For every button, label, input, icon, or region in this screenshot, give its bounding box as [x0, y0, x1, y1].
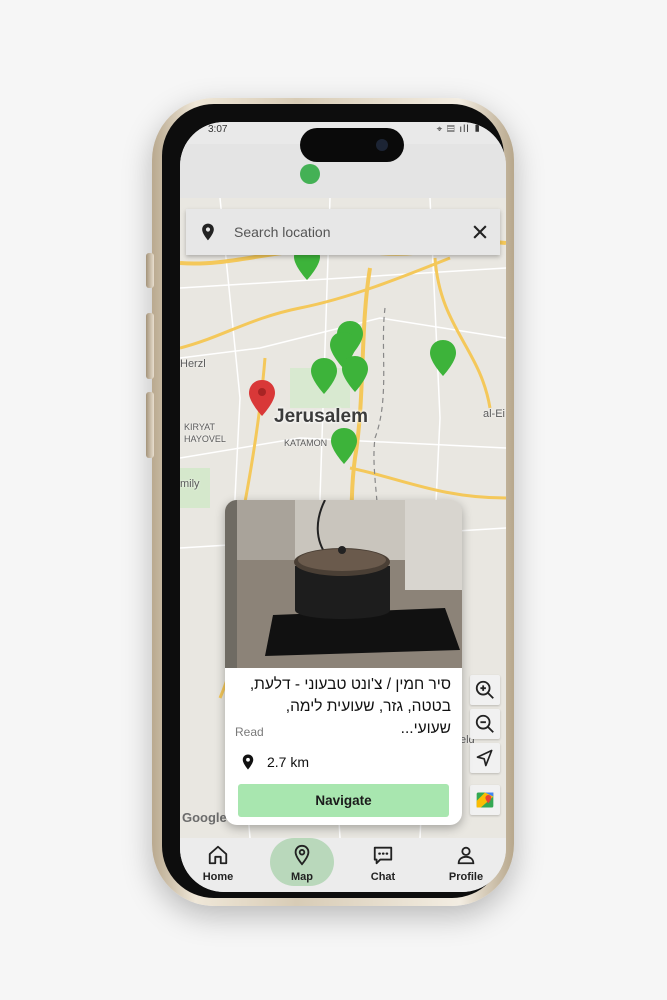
dynamic-island [300, 128, 404, 162]
status-time: 3:07 [208, 124, 228, 135]
map-label-herzl: Herzl [180, 358, 206, 370]
google-attribution: Google [182, 810, 227, 825]
marker-green-icon[interactable] [342, 356, 368, 392]
map-label-al-ei: al-Ei [483, 408, 506, 420]
phone-button-action [146, 253, 154, 288]
nav-item-map[interactable]: Map [268, 838, 334, 892]
navigate-button[interactable]: Navigate [238, 784, 449, 817]
listing-title: סיר חמין / צ'ונט טבעוני - דלעת, בטטה, גז… [249, 676, 451, 737]
my-location-button[interactable] [470, 743, 500, 773]
zoom-in-icon [475, 680, 494, 699]
phone-button-volume-down [146, 392, 154, 458]
zoom-in-button[interactable] [470, 675, 500, 705]
google-maps-icon [476, 792, 494, 808]
phone-button-volume-up [146, 313, 154, 379]
listing-distance: 2.7 km [267, 754, 310, 770]
listing-status: Read [235, 725, 264, 739]
marker-green-icon[interactable] [311, 358, 337, 394]
map-label-mily: mily [180, 478, 200, 490]
marker-selected-icon[interactable] [249, 380, 275, 416]
marker-green-icon[interactable] [331, 428, 357, 464]
listing-photo [225, 500, 462, 668]
status-icons: ⌖ ▤ ıll ▮ [436, 124, 482, 135]
location-pin-icon [294, 844, 310, 866]
map-city-label: Jerusalem [274, 406, 369, 427]
camera-icon [376, 139, 388, 151]
phone-bezel: 3:07 ⌖ ▤ ıll ▮ Herzl KIRYAT HAYOVEL KATA… [162, 104, 506, 898]
nav-item-home[interactable]: Home [186, 838, 250, 892]
search-bar[interactable]: Search location [186, 209, 500, 255]
close-icon[interactable] [470, 222, 490, 242]
nav-item-profile[interactable]: Profile [434, 838, 498, 892]
navigation-arrow-icon [476, 749, 493, 767]
marker-green-icon[interactable] [430, 340, 456, 376]
map-label-hayovel: HAYOVEL [184, 434, 226, 444]
zoom-out-icon [475, 714, 494, 733]
app-logo [300, 164, 320, 184]
search-input[interactable]: Search location [234, 224, 470, 240]
nav-label-map: Map [291, 871, 313, 883]
map-label-kiryat: KIRYAT [184, 422, 216, 432]
nav-item-chat[interactable]: Chat [351, 838, 415, 892]
home-icon [208, 845, 228, 865]
nav-label-profile: Profile [448, 871, 484, 883]
bottom-nav: Home Map Chat Profile [180, 838, 506, 892]
phone-screen: 3:07 ⌖ ▤ ıll ▮ Herzl KIRYAT HAYOVEL KATA… [180, 122, 506, 892]
profile-icon [457, 846, 475, 865]
location-pin-icon [202, 223, 214, 241]
phone-frame: 3:07 ⌖ ▤ ıll ▮ Herzl KIRYAT HAYOVEL KATA… [146, 98, 514, 906]
map-label-katamon: KATAMON [284, 438, 328, 448]
nav-label-chat: Chat [370, 871, 396, 883]
chat-icon [373, 846, 393, 865]
zoom-out-button[interactable] [470, 709, 500, 739]
google-maps-button[interactable] [470, 785, 500, 815]
listing-card[interactable]: סיר חמין / צ'ונט טבעוני - דלעת, בטטה, גז… [225, 500, 462, 825]
location-pin-icon [242, 754, 254, 770]
nav-label-home: Home [202, 871, 234, 883]
distance-row: 2.7 km [239, 752, 309, 772]
